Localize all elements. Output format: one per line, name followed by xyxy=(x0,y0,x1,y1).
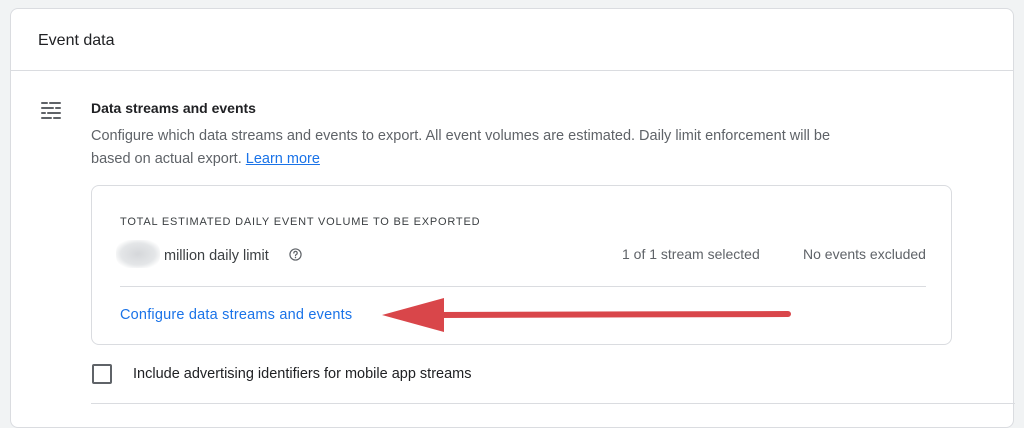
data-streams-icon xyxy=(41,102,61,119)
section-title: Data streams and events xyxy=(91,100,256,116)
description-text: Configure which data streams and events … xyxy=(91,128,831,167)
divider xyxy=(91,403,1015,404)
redacted-volume-value xyxy=(116,240,160,268)
configure-streams-link[interactable]: Configure data streams and events xyxy=(120,307,352,323)
advertising-ids-checkbox[interactable] xyxy=(92,364,112,384)
help-circle-icon[interactable] xyxy=(289,248,302,261)
annotation-arrow-icon xyxy=(382,298,791,332)
event-volume-panel: TOTAL ESTIMATED DAILY EVENT VOLUME TO BE… xyxy=(91,185,952,345)
streams-selected-status: 1 of 1 stream selected xyxy=(622,246,760,262)
learn-more-link[interactable]: Learn more xyxy=(246,151,320,167)
daily-limit-text: million daily limit xyxy=(164,248,269,264)
event-data-card: Event data Data streams and events Confi… xyxy=(10,8,1015,428)
volume-label: TOTAL ESTIMATED DAILY EVENT VOLUME TO BE… xyxy=(120,216,481,228)
advertising-ids-label: Include advertising identifiers for mobi… xyxy=(133,366,472,382)
events-excluded-status: No events excluded xyxy=(803,246,926,262)
divider xyxy=(120,286,926,287)
section-description: Configure which data streams and events … xyxy=(91,125,871,171)
card-title: Event data xyxy=(11,9,1013,71)
